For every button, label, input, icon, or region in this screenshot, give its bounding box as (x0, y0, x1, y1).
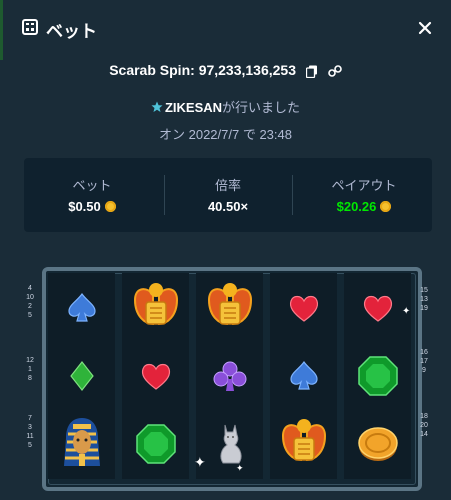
symbol-spade-blue (48, 275, 115, 341)
stat-multiplier: 倍率 40.50× (160, 158, 296, 232)
payline-numbers-left: 4 10 2 5 (24, 284, 36, 320)
symbol-scarab (122, 275, 189, 341)
cat-statue-icon (219, 424, 242, 464)
spade-icon (67, 292, 96, 322)
scarab-icon (207, 283, 252, 326)
payline-numbers-right: 16 17 9 (418, 348, 430, 375)
payline-number: 11 (26, 433, 34, 440)
bet-detail-modal: ベット Scarab Spin: 97,233,136,253 ZIKESANが… (0, 0, 451, 500)
symbol-heart-red (122, 343, 189, 409)
payline-number: 5 (28, 442, 32, 449)
stat-payout: ペイアウト $20.26 (296, 158, 432, 232)
sparkle-icon: ✦ (402, 306, 411, 317)
symbol-diamond-green (48, 343, 115, 409)
star-badge-icon (151, 101, 163, 112)
payline-number: 18 (420, 413, 428, 420)
payout-label: ペイアウト (331, 178, 397, 193)
payout-value: $20.26 (296, 199, 432, 214)
payline-numbers-right: 18 20 14 (418, 412, 430, 439)
game-label: Scarab Spin: (109, 62, 195, 78)
payline-number: 2 (28, 303, 32, 310)
bet-amount-label: ベット (72, 178, 112, 193)
payline-numbers-left: 7 3 11 5 (24, 414, 36, 450)
payline-number: 16 (420, 349, 428, 356)
bet-id-row: Scarab Spin: 97,233,136,253 (0, 62, 451, 78)
payline-number: 14 (420, 431, 428, 438)
reel-grid (48, 273, 411, 479)
username[interactable]: ZIKESAN (165, 100, 222, 115)
modal-title: ベット (46, 22, 97, 41)
payline-numbers-right: 15 13 19 (418, 286, 430, 313)
reel-column (270, 273, 337, 479)
payline-numbers-left: 12 1 8 (24, 356, 36, 383)
payline-number: 12 (26, 357, 34, 364)
payline-number: 17 (420, 358, 428, 365)
symbol-scarab (196, 275, 263, 341)
payline-number: 3 (28, 424, 32, 431)
divider (292, 175, 293, 215)
bet-date: オン 2022/7/7 で 23:48 (159, 127, 292, 142)
stat-bet: ベット $0.50 (24, 158, 160, 232)
symbol-gold-coin (344, 411, 411, 477)
coin-icon (380, 201, 392, 212)
symbol-spade-blue (270, 343, 337, 409)
payline-number: 8 (28, 375, 32, 382)
modal-header: ベット (0, 0, 451, 58)
payline-number: 19 (420, 305, 428, 312)
gold-coin-icon (357, 427, 398, 461)
scarab-icon (281, 419, 326, 462)
slots-icon (22, 19, 38, 35)
payline-number: 7 (28, 415, 32, 422)
symbol-club-purple (196, 343, 263, 409)
payline-number: 10 (26, 294, 34, 301)
placed-by-suffix: が行いました (222, 100, 301, 115)
reel-column (196, 273, 263, 479)
bet-amount-text: $0.50 (68, 199, 101, 214)
pharaoh-icon (63, 418, 100, 466)
link-icon[interactable] (327, 64, 342, 78)
placed-by-row: ZIKESANが行いました (0, 97, 451, 116)
payline-number: 1 (28, 366, 32, 373)
heart-icon (141, 363, 170, 390)
sparkle-icon: ✦ (236, 463, 244, 473)
payline-number: 4 (28, 285, 32, 292)
symbol-heart-red (344, 275, 411, 341)
bet-id: 97,233,136,253 (198, 62, 297, 78)
heart-icon (289, 295, 318, 322)
bet-amount-value: $0.50 (24, 199, 160, 214)
symbol-cat-statue (196, 411, 263, 477)
emerald-icon (135, 424, 176, 464)
scarab-icon (133, 283, 178, 326)
bet-stats-panel: ベット $0.50 倍率 40.50× ペイアウト $20.26 (24, 158, 432, 232)
reel-column (344, 273, 411, 479)
symbol-pharaoh (48, 411, 115, 477)
payout-text: $20.26 (336, 199, 377, 214)
heart-icon (363, 295, 392, 322)
emerald-icon (357, 356, 398, 396)
payline-number: 13 (420, 296, 428, 303)
symbol-emerald (344, 343, 411, 409)
club-icon (213, 361, 246, 391)
coin-icon (104, 201, 116, 212)
payline-number: 15 (420, 287, 428, 294)
copy-icon[interactable] (305, 65, 318, 78)
reel-column (48, 273, 115, 479)
multiplier-label: 倍率 (214, 178, 241, 193)
symbol-heart-red (270, 275, 337, 341)
close-icon[interactable] (417, 20, 433, 36)
spade-icon (289, 360, 318, 390)
symbol-emerald (122, 411, 189, 477)
symbol-scarab (270, 411, 337, 477)
multiplier-value: 40.50× (207, 199, 249, 214)
diamond-icon (69, 361, 94, 391)
reel-column (122, 273, 189, 479)
payline-number: 5 (28, 312, 32, 319)
sparkle-icon: ✦ (194, 454, 206, 470)
payline-number: 20 (420, 422, 428, 429)
payline-number: 9 (422, 367, 426, 374)
